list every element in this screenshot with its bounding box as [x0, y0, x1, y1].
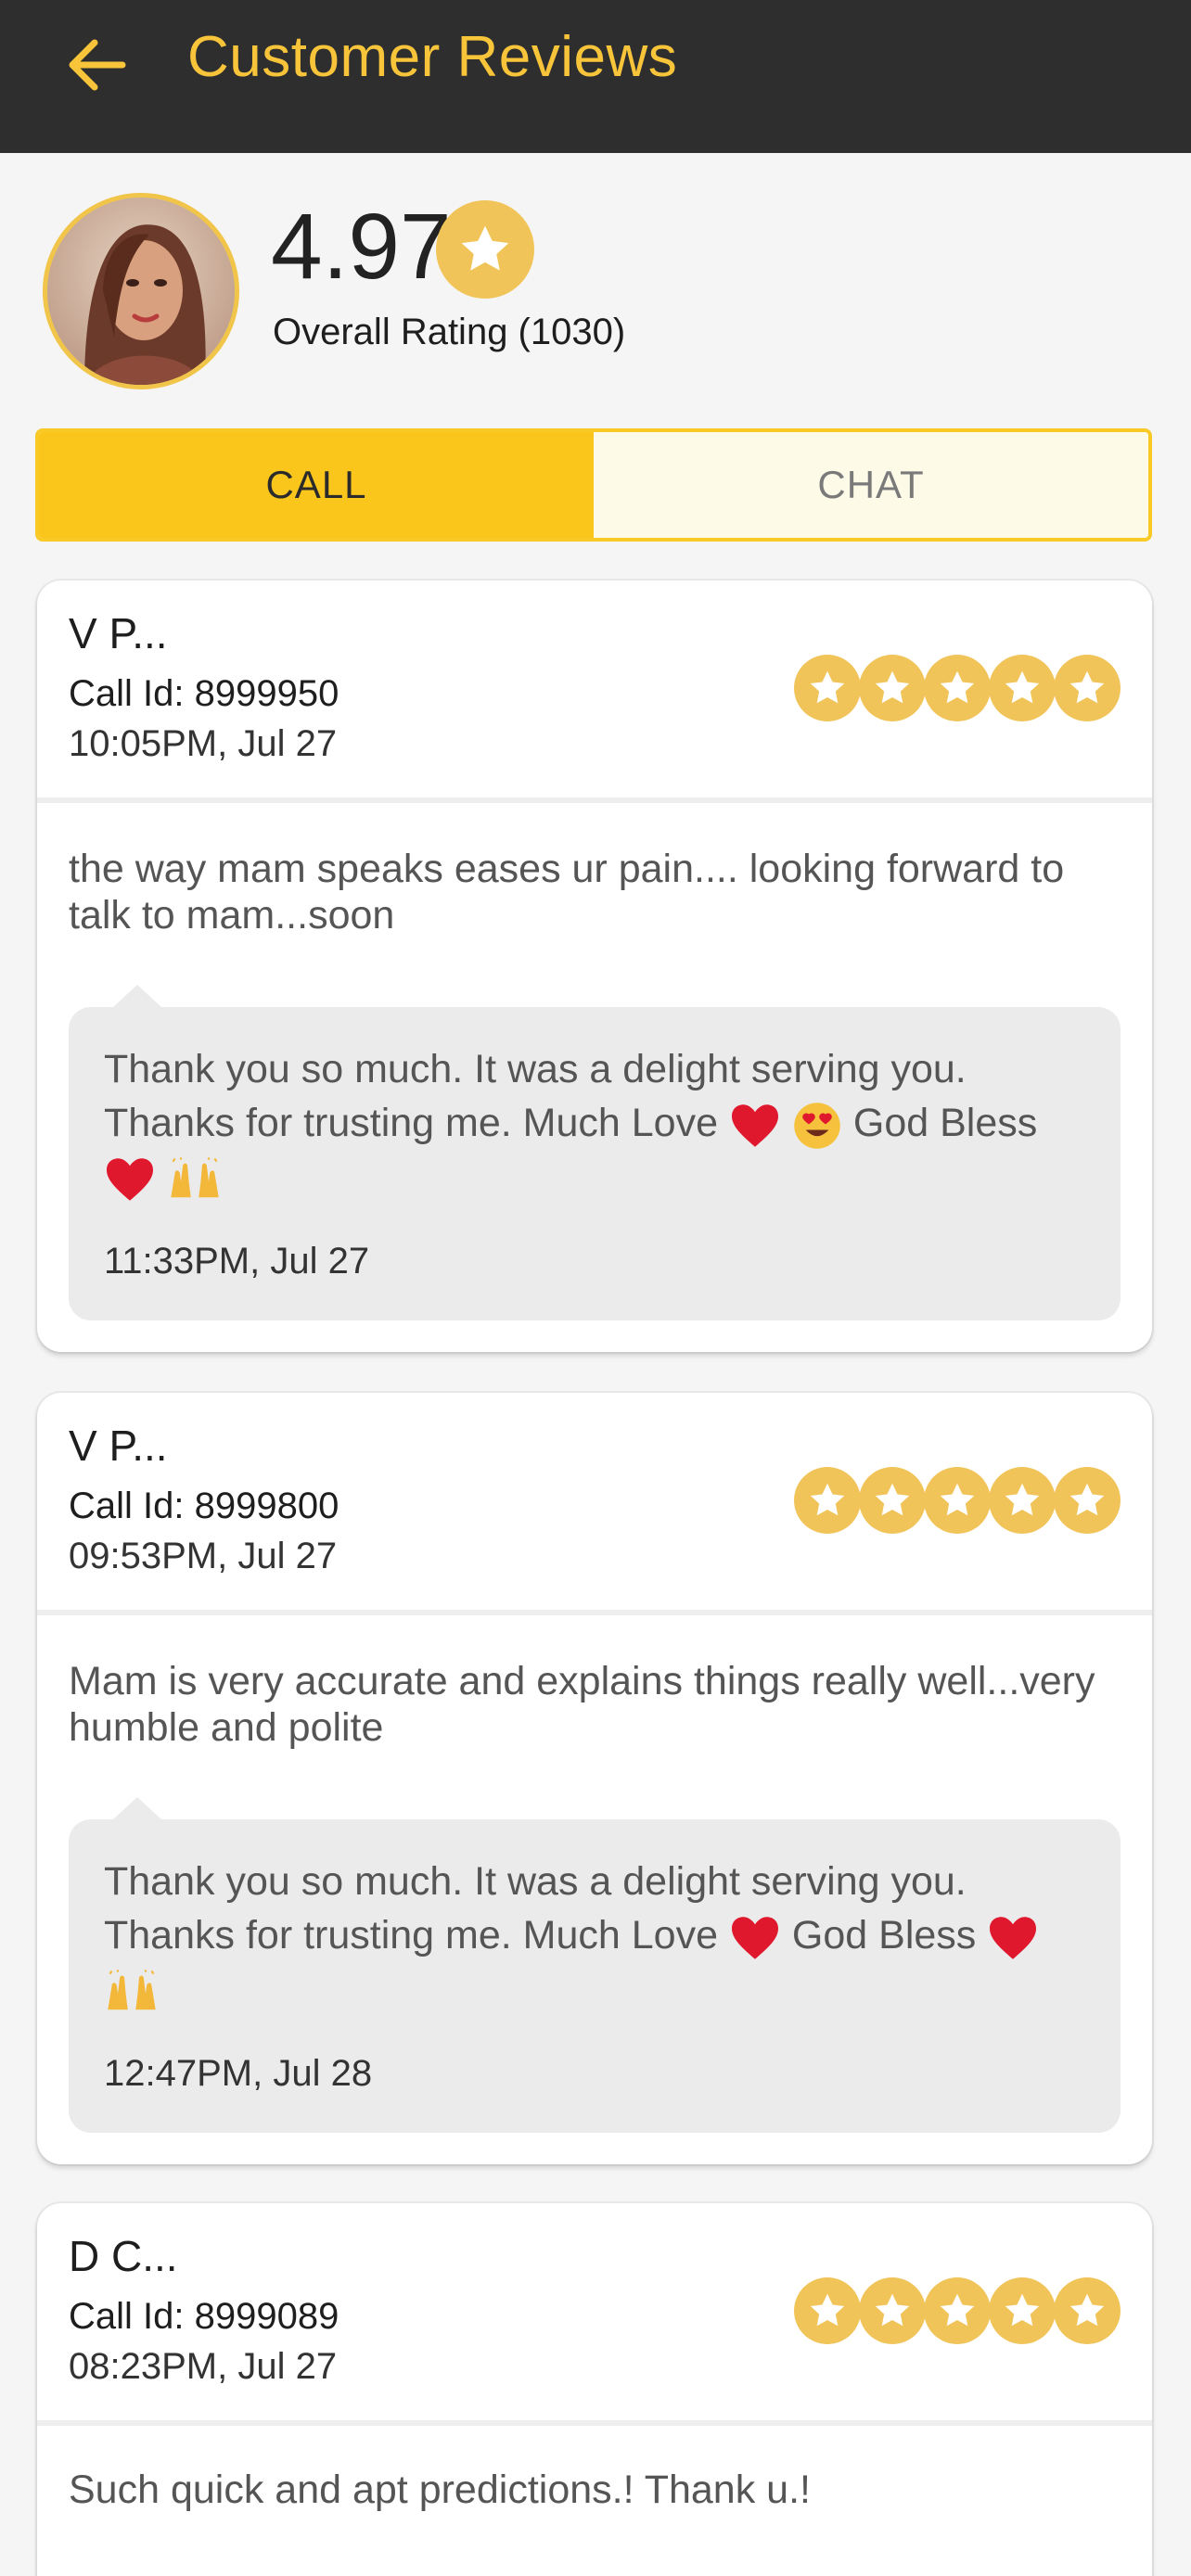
overall-rating-value: 4.97 — [271, 195, 452, 299]
heart-eyes-emoji-icon — [794, 1102, 840, 1149]
reply-line: God Bless — [791, 1913, 977, 1958]
call-id: Call Id: 8999950 — [69, 673, 339, 714]
star-rating — [794, 655, 1121, 721]
star-icon — [924, 655, 991, 721]
reply-line: God Bless — [852, 1101, 1038, 1145]
avatar — [43, 193, 239, 389]
raising-hands-icon — [108, 1970, 156, 2009]
reviewer-name: V P... — [69, 609, 168, 657]
page-title: Customer Reviews — [187, 25, 678, 89]
star-icon — [989, 655, 1056, 721]
reply-bubble: Thank you so much. It was a delight serv… — [69, 985, 1121, 1320]
review-time: 10:05PM, Jul 27 — [69, 723, 338, 764]
review-time: 09:53PM, Jul 27 — [69, 1536, 338, 1576]
tab-call[interactable]: CALL — [39, 432, 594, 538]
star-icon — [794, 1467, 861, 1534]
star-icon — [989, 2277, 1056, 2344]
review-header: V P... Call Id: 8999950 10:05PM, Jul 27 — [37, 580, 1152, 803]
star-icon — [859, 655, 926, 721]
star-icon — [989, 1467, 1056, 1534]
reviewer-name: V P... — [69, 1422, 168, 1470]
reply-text: Thank you so much. It was a delight serv… — [104, 1042, 1087, 1205]
review-header: V P... Call Id: 8999800 09:53PM, Jul 27 — [37, 1393, 1152, 1615]
reply-time: 11:33PM, Jul 27 — [104, 1241, 370, 1282]
star-icon — [1054, 1467, 1121, 1534]
reply-line: Thank you so much. It was a delight serv… — [104, 1047, 967, 1091]
call-id: Call Id: 8999089 — [69, 2296, 339, 2337]
red-heart-icon — [107, 1158, 153, 1202]
reviewer-name: D C... — [69, 2232, 178, 2280]
star-icon — [859, 1467, 926, 1534]
arrow-left-icon — [69, 39, 126, 91]
review-time: 08:23PM, Jul 27 — [69, 2346, 338, 2387]
overall-rating-label: Overall Rating (1030) — [273, 312, 626, 352]
reply-line: Thank you so much. It was a delight serv… — [104, 1859, 967, 1904]
app-header: Customer Reviews — [0, 0, 1191, 153]
star-icon — [1054, 2277, 1121, 2344]
review-header: D C... Call Id: 8999089 08:23PM, Jul 27 — [37, 2203, 1152, 2426]
star-icon — [794, 2277, 861, 2344]
review-text: the way mam speaks eases ur pain.... loo… — [69, 847, 1065, 937]
reply-time: 12:47PM, Jul 28 — [104, 2053, 373, 2094]
star-icon — [794, 655, 861, 721]
review-text: Such quick and apt predictions.! Thank u… — [69, 2468, 811, 2512]
star-icon — [859, 2277, 926, 2344]
review-card: D C... Call Id: 8999089 08:23PM, Jul 27 … — [37, 2203, 1152, 2576]
star-icon — [924, 1467, 991, 1534]
tab-chat[interactable]: CHAT — [594, 432, 1148, 538]
red-heart-icon — [731, 1103, 778, 1147]
raising-hands-icon — [171, 1157, 219, 1198]
back-button[interactable] — [59, 28, 134, 102]
review-text: Mam is very accurate and explains things… — [69, 1659, 1095, 1750]
review-card: V P... Call Id: 8999950 10:05PM, Jul 27 … — [37, 580, 1152, 1352]
reply-text: Thank you so much. It was a delight serv… — [104, 1855, 1087, 2016]
star-rating — [794, 2277, 1121, 2344]
star-icon — [1054, 655, 1121, 721]
review-card: V P... Call Id: 8999800 09:53PM, Jul 27 … — [37, 1393, 1152, 2164]
review-type-tabs: CALL CHAT — [35, 428, 1152, 542]
star-icon — [924, 2277, 991, 2344]
red-heart-icon — [731, 1916, 778, 1959]
star-rating — [794, 1467, 1121, 1534]
rating-star-icon — [436, 200, 534, 299]
reply-line: Thanks for trusting me. Much Love — [104, 1913, 719, 1958]
call-id: Call Id: 8999800 — [69, 1486, 339, 1526]
reply-line: Thanks for trusting me. Much Love — [104, 1101, 719, 1145]
red-heart-icon — [990, 1916, 1037, 1959]
reply-bubble: Thank you so much. It was a delight serv… — [69, 1797, 1121, 2133]
